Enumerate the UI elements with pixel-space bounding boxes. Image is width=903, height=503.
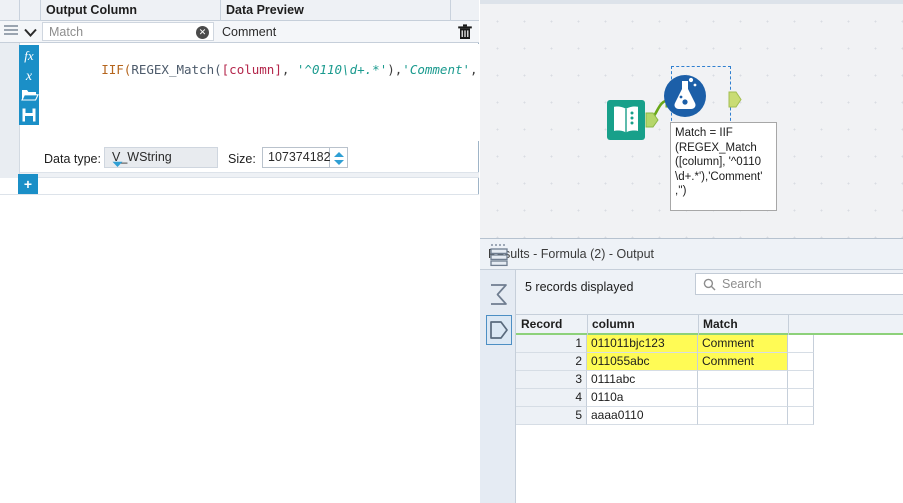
output-column-input[interactable]: Match ✕: [42, 22, 214, 41]
search-icon: [703, 278, 716, 294]
folder-open-icon[interactable]: [19, 85, 39, 105]
size-label: Size:: [228, 152, 256, 166]
chevron-down-icon[interactable]: [20, 22, 41, 42]
cell-column: aaaa0110: [587, 407, 698, 425]
results-title: Results - Formula (2) - Output: [488, 247, 655, 261]
results-panel: Results - Formula (2) - Output 5 records…: [480, 238, 903, 503]
cell-match: [698, 371, 788, 389]
stepper-down-icon[interactable]: [334, 160, 344, 165]
record-count-label: 5 records displayed: [525, 280, 634, 294]
fx-icon[interactable]: fx: [19, 45, 39, 65]
cell-record: 4: [516, 389, 587, 407]
data-grid-icon[interactable]: [486, 242, 512, 272]
formula-token: ,: [470, 62, 478, 77]
cell-column: 0110a: [587, 389, 698, 407]
cell-filler: [788, 335, 814, 353]
table-row[interactable]: 4 0110a: [516, 389, 903, 407]
table-row[interactable]: 5 aaaa0110: [516, 407, 903, 425]
cell-column: 011055abc: [587, 353, 698, 371]
grid-header-row: Record column Match: [516, 315, 903, 335]
config-separator: [20, 172, 479, 178]
metadata-icon[interactable]: [486, 315, 512, 345]
size-stepper[interactable]: [330, 147, 348, 168]
cell-column: 011011bjc123: [587, 335, 698, 353]
cell-record: 3: [516, 371, 587, 389]
column-header-match[interactable]: Match: [703, 315, 738, 334]
data-type-row: Data type: V_WString Size: 1073741823: [0, 146, 479, 172]
formula-token: '^0110\d+.*': [296, 62, 388, 77]
formula-token: REGEX_Match(: [131, 62, 222, 77]
cell-record: 5: [516, 407, 587, 425]
results-title-bar: Results - Formula (2) - Output: [480, 239, 903, 270]
workflow-canvas[interactable]: Match = IIF (REGEX_Match ([column], '^01…: [480, 0, 903, 238]
size-input[interactable]: 1073741823: [262, 147, 338, 168]
drag-handle-icon[interactable]: [4, 25, 18, 38]
variable-x-icon[interactable]: x: [19, 65, 39, 85]
trash-icon[interactable]: [456, 23, 474, 41]
results-grid[interactable]: Record column Match 1 011011bjc123 Comme…: [516, 315, 903, 503]
add-column-button[interactable]: +: [18, 174, 38, 194]
cell-match: Comment: [698, 353, 788, 371]
formula-token: [column]: [221, 62, 282, 77]
formula-token: IIF(: [101, 62, 132, 77]
formula-editor[interactable]: IIF(REGEX_Match([column], '^0110\d+.*'),…: [40, 44, 500, 141]
table-row[interactable]: 1 011011bjc123 Comment: [516, 335, 903, 353]
search-input[interactable]: Search: [695, 273, 903, 295]
input-output-connector-icon[interactable]: [645, 111, 659, 129]
config-header-row: Output Column Data Preview: [0, 0, 479, 21]
annotation-line: ,''): [675, 185, 687, 198]
data-type-label: Data type:: [44, 152, 101, 166]
cell-match: [698, 407, 788, 425]
input-data-tool[interactable]: [607, 99, 647, 141]
table-row[interactable]: 3 0111abc: [516, 371, 903, 389]
output-column-value: Match: [49, 25, 84, 39]
cell-record: 2: [516, 353, 587, 371]
annotation-line: Match = IIF: [675, 127, 733, 139]
search-placeholder: Search: [722, 277, 762, 291]
data-preview-value: Comment: [222, 25, 277, 39]
cell-filler: [788, 407, 814, 425]
formula-output-connector-icon[interactable]: [728, 90, 742, 109]
annotation-line: \d+.*'),'Comment': [675, 170, 763, 183]
clear-icon[interactable]: ✕: [196, 26, 209, 39]
formula-config-panel: Output Column Data Preview Match ✕ Comme…: [0, 0, 500, 502]
summary-sigma-icon[interactable]: [486, 280, 512, 310]
table-row[interactable]: 2 011055abc Comment: [516, 353, 903, 371]
svg-text:x: x: [25, 69, 33, 84]
annotation-line: ([column], '^0110: [675, 156, 762, 169]
formula-token: 'Comment': [402, 62, 471, 77]
tool-annotation[interactable]: Match = IIF (REGEX_Match ([column], '^01…: [670, 122, 777, 211]
cell-record: 1: [516, 335, 587, 353]
column-header-column[interactable]: column: [592, 315, 635, 334]
cell-column: 0111abc: [587, 371, 698, 389]
formula-token: ,: [281, 62, 297, 77]
stepper-up-icon[interactable]: [334, 152, 344, 157]
output-column-row: Match ✕ Comment: [0, 21, 479, 43]
data-type-select[interactable]: V_WString: [104, 147, 218, 168]
header-output-column: Output Column: [46, 3, 137, 17]
svg-text:fx: fx: [24, 48, 34, 63]
cell-filler: [788, 353, 814, 371]
formula-text: IIF(REGEX_Match([column], '^0110\d+.*'),…: [41, 47, 500, 92]
column-header-record[interactable]: Record: [521, 315, 562, 334]
header-data-preview: Data Preview: [226, 3, 304, 17]
annotation-line: (REGEX_Match: [675, 141, 757, 154]
config-empty-area: [0, 194, 479, 502]
cell-filler: [788, 371, 814, 389]
size-value: 1073741823: [268, 150, 338, 164]
formula-token: ),: [387, 62, 403, 77]
cell-match: [698, 389, 788, 407]
cell-match: Comment: [698, 335, 788, 353]
save-icon[interactable]: [19, 105, 39, 125]
formula-tool[interactable]: [663, 72, 723, 120]
cell-filler: [788, 389, 814, 407]
